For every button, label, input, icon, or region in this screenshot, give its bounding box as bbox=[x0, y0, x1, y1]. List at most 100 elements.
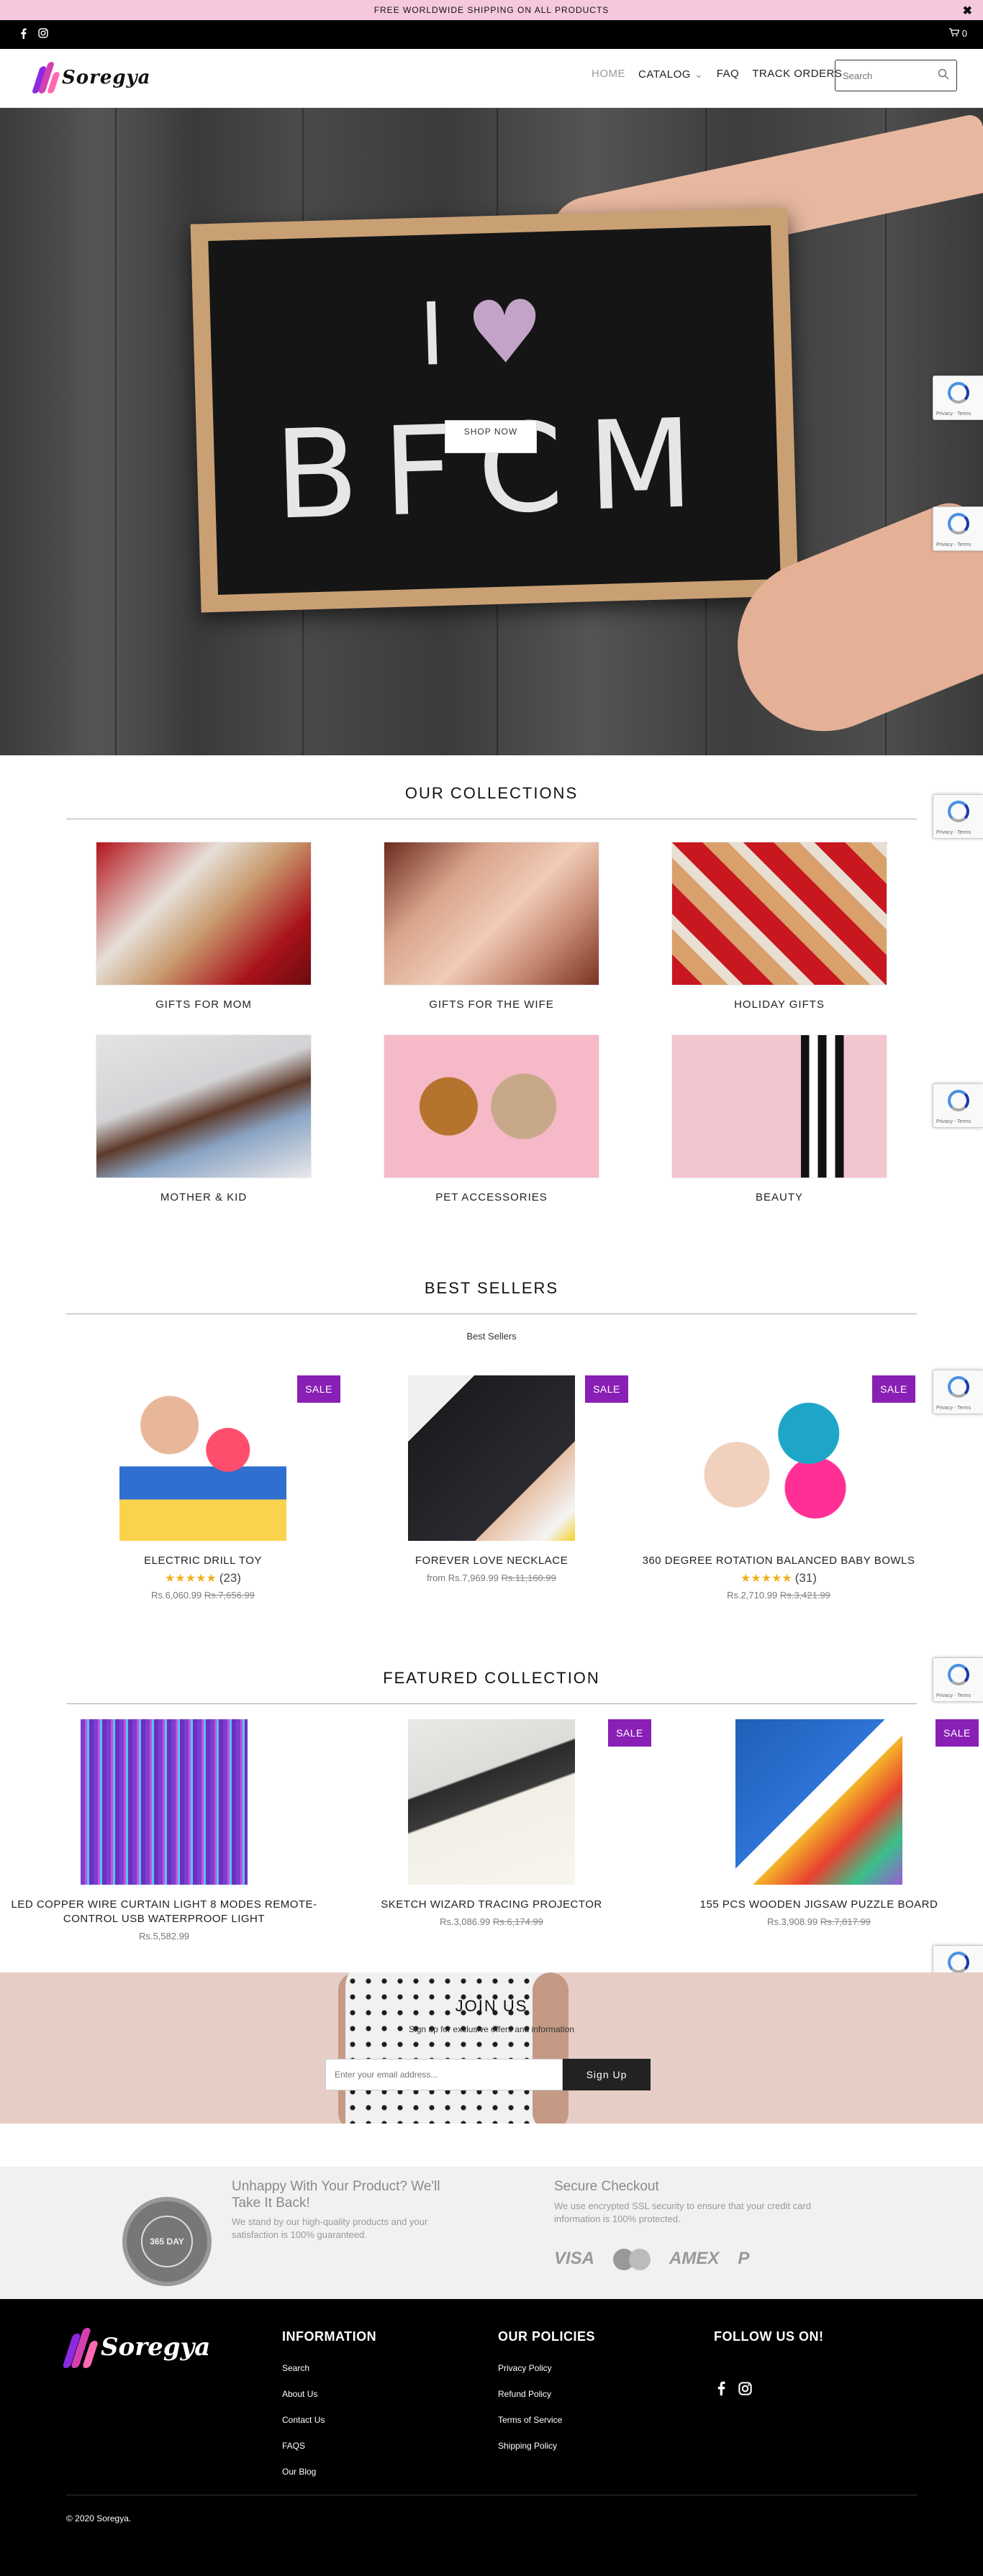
product-image bbox=[119, 1375, 286, 1541]
product-rating: ★★★★★ (23) bbox=[52, 1571, 354, 1585]
seal-text: 365 DAY bbox=[141, 2216, 193, 2267]
footer-link[interactable]: Contact Us bbox=[282, 2415, 376, 2425]
sale-badge: SALE bbox=[297, 1375, 340, 1403]
product-card[interactable]: FOREVER LOVE NECKLACE from Rs.7,969.99 R… bbox=[340, 1375, 643, 1583]
announcement-text: FREE WORLDWIDE SHIPPING ON ALL PRODUCTS bbox=[373, 5, 610, 15]
sign-up-button[interactable]: Sign Up bbox=[563, 2059, 651, 2090]
recaptcha-badge[interactable]: Privacy - Terms bbox=[933, 1370, 983, 1414]
cart-button[interactable]: 0 bbox=[949, 28, 967, 39]
sale-price: Rs.3,908.99 bbox=[767, 1916, 818, 1927]
nav-home[interactable]: HOME bbox=[592, 68, 625, 81]
collection-image bbox=[384, 1034, 599, 1178]
collection-image bbox=[96, 842, 312, 986]
product-card[interactable]: 155 PCS WOODEN JIGSAW PUZZLE BOARD Rs.3,… bbox=[668, 1719, 970, 1927]
footer-social bbox=[717, 2381, 752, 2400]
search-icon[interactable] bbox=[938, 68, 949, 83]
collection-label: GIFTS FOR THE WIFE bbox=[429, 998, 554, 1011]
close-icon[interactable]: ✖ bbox=[963, 4, 973, 18]
nav-faq[interactable]: FAQ bbox=[717, 68, 740, 81]
recaptcha-badge[interactable]: Privacy - Terms bbox=[933, 506, 983, 551]
paypal-icon: P bbox=[738, 2249, 750, 2268]
visa-icon: VISA bbox=[554, 2249, 595, 2268]
email-field[interactable] bbox=[325, 2059, 563, 2090]
nav-catalog[interactable]: CATALOG ⌄ bbox=[638, 68, 704, 81]
featured-divider bbox=[66, 1703, 917, 1704]
collection-image bbox=[671, 1034, 887, 1178]
trust-section: 365 DAY Unhappy With Your Product? We'll… bbox=[0, 2167, 983, 2299]
collection-card[interactable]: GIFTS FOR THE WIFE bbox=[384, 842, 599, 1011]
compare-price: Rs.3,421.99 bbox=[779, 1590, 830, 1601]
review-count: (23) bbox=[219, 1571, 241, 1585]
footer-link[interactable]: FAQS bbox=[282, 2441, 376, 2451]
product-image bbox=[408, 1719, 575, 1885]
recaptcha-terms: Privacy - Terms bbox=[936, 1119, 971, 1124]
footer-link[interactable]: Shipping Policy bbox=[498, 2441, 595, 2451]
newsletter-title: JOIN US bbox=[455, 1997, 528, 2015]
facebook-icon[interactable] bbox=[20, 28, 27, 41]
sale-price: Rs.3,086.99 bbox=[440, 1916, 491, 1927]
price-prefix: from bbox=[427, 1573, 446, 1583]
compare-price: Rs.6,174.99 bbox=[492, 1916, 543, 1927]
instagram-icon[interactable] bbox=[38, 28, 48, 41]
facebook-icon[interactable] bbox=[717, 2381, 725, 2400]
collections-title: OUR COLLECTIONS bbox=[404, 784, 579, 802]
collection-card[interactable]: BEAUTY bbox=[671, 1034, 887, 1203]
newsletter-bg-arm bbox=[533, 1972, 568, 2124]
search-input[interactable] bbox=[843, 70, 936, 81]
board-line-2: BFCM bbox=[272, 392, 720, 547]
product-rating: ★★★★★ (31) bbox=[628, 1571, 930, 1585]
compare-price: Rs.11,160.99 bbox=[501, 1573, 556, 1583]
product-price: from Rs.7,969.99 Rs.11,160.99 bbox=[340, 1573, 643, 1583]
product-name: LED COPPER WIRE CURTAIN LIGHT 8 MODES RE… bbox=[11, 1898, 317, 1925]
footer-link[interactable]: Terms of Service bbox=[498, 2415, 595, 2425]
collection-card[interactable]: PET ACCESSORIES bbox=[384, 1034, 599, 1203]
instagram-icon[interactable] bbox=[738, 2381, 752, 2400]
secure-checkout-title: Secure Checkout bbox=[554, 2179, 659, 2194]
footer-information: INFORMATION Search About Us Contact Us F… bbox=[282, 2329, 376, 2493]
product-card[interactable]: LED COPPER WIRE CURTAIN LIGHT 8 MODES RE… bbox=[3, 1719, 325, 1942]
footer-link[interactable]: Search bbox=[282, 2363, 376, 2373]
product-card[interactable]: SKETCH WIZARD TRACING PROJECTOR Rs.3,086… bbox=[340, 1719, 643, 1927]
guarantee-seal-icon: 365 DAY bbox=[122, 2197, 212, 2286]
collection-card[interactable]: MOTHER & KID bbox=[96, 1034, 312, 1203]
product-image bbox=[695, 1375, 862, 1541]
mastercard-icon bbox=[613, 2247, 651, 2270]
recaptcha-badge[interactable]: Privacy - Terms bbox=[933, 1083, 983, 1128]
recaptcha-terms: Privacy - Terms bbox=[936, 1693, 971, 1698]
collection-card[interactable]: HOLIDAY GIFTS bbox=[671, 842, 887, 1011]
main-nav: HOME CATALOG ⌄ FAQ TRACK ORDERS bbox=[592, 68, 842, 81]
footer-link[interactable]: Privacy Policy bbox=[498, 2363, 595, 2373]
cart-icon bbox=[949, 28, 960, 39]
footer-link[interactable]: Our Blog bbox=[282, 2467, 376, 2477]
announcement-bar: FREE WORLDWIDE SHIPPING ON ALL PRODUCTS … bbox=[0, 0, 983, 20]
secure-checkout-text: We use encrypted SSL security to ensure … bbox=[554, 2200, 811, 2224]
shop-now-button[interactable]: SHOP NOW bbox=[445, 420, 537, 453]
product-name: SKETCH WIZARD TRACING PROJECTOR bbox=[381, 1898, 602, 1911]
collection-card[interactable]: GIFTS FOR MOM bbox=[96, 842, 312, 1011]
collection-image bbox=[96, 1034, 312, 1178]
recaptcha-icon bbox=[948, 1090, 969, 1111]
star-icons: ★★★★★ bbox=[740, 1573, 792, 1585]
newsletter-section: JOIN US Sign up for exclusive offers and… bbox=[0, 1972, 983, 2124]
collection-image bbox=[671, 842, 887, 986]
footer-link[interactable]: About Us bbox=[282, 2389, 376, 2399]
product-price: Rs.3,908.99 Rs.7,817.99 bbox=[668, 1916, 970, 1927]
footer-link[interactable]: Refund Policy bbox=[498, 2389, 595, 2399]
recaptcha-badge[interactable]: Privacy - Terms bbox=[933, 1657, 983, 1702]
product-name: 360 DEGREE ROTATION BALANCED BABY BOWLS bbox=[642, 1555, 915, 1567]
site-footer: Soregya INFORMATION Search About Us Cont… bbox=[0, 2299, 983, 2576]
product-card[interactable]: 360 DEGREE ROTATION BALANCED BABY BOWLS … bbox=[628, 1375, 930, 1601]
review-count: (31) bbox=[794, 1571, 817, 1585]
cart-count: 0 bbox=[961, 28, 967, 39]
site-logo[interactable]: Soregya bbox=[31, 60, 151, 95]
collection-label: MOTHER & KID bbox=[160, 1191, 248, 1203]
copyright: © 2020 Soregya. bbox=[66, 2513, 132, 2523]
nav-track-orders[interactable]: TRACK ORDERS bbox=[752, 68, 842, 81]
recaptcha-badge[interactable]: Privacy - Terms bbox=[933, 794, 983, 839]
product-image bbox=[735, 1719, 902, 1885]
recaptcha-badge[interactable]: Privacy - Terms bbox=[933, 376, 983, 420]
product-card[interactable]: ELECTRIC DRILL TOY ★★★★★ (23) Rs.6,060.99… bbox=[52, 1375, 354, 1601]
recaptcha-terms: Privacy - Terms bbox=[936, 542, 971, 547]
footer-logo[interactable]: Soregya bbox=[62, 2325, 210, 2370]
site-header: Soregya HOME CATALOG ⌄ FAQ TRACK ORDERS bbox=[0, 49, 983, 108]
